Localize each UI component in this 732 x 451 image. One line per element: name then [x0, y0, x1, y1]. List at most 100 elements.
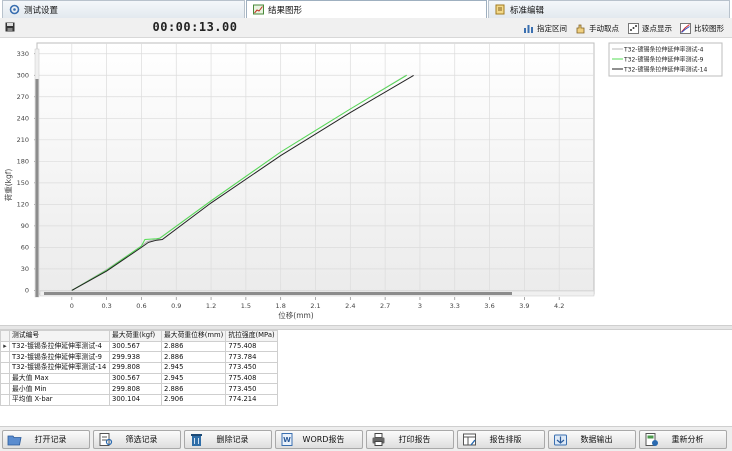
table-cell[interactable]: 2.886 — [160, 351, 227, 364]
table-cell[interactable]: 773.450 — [225, 362, 279, 374]
print-report-icon — [371, 432, 386, 447]
table-cell[interactable]: 2.906 — [160, 394, 227, 406]
table-cell[interactable]: 300.567 — [109, 340, 162, 353]
y-tick-label: 30 — [21, 265, 29, 273]
table-row[interactable]: 最大值 Max 300.567 2.945 775.408 — [0, 372, 279, 385]
tab-result-chart[interactable]: 结果图形 — [246, 0, 487, 18]
x-tick-label: 3 — [418, 302, 422, 310]
manual-pick-label: 手动取点 — [589, 23, 619, 33]
table-row[interactable]: 平均值 X-bar 300.104 2.906 774.214 — [0, 394, 279, 406]
tab-label: 测试设置 — [24, 5, 59, 16]
table-cell[interactable]: 774.214 — [225, 394, 279, 406]
elapsed-timer: 00:00:13.00 — [152, 20, 238, 34]
word-report-icon: W — [280, 432, 295, 447]
select-range-label: 指定区间 — [537, 23, 567, 33]
x-tick-label: 0 — [70, 302, 74, 310]
reanalyze-button[interactable]: 重新分析 — [639, 430, 727, 449]
legend-item: T32-镀锡条拉伸延伸率测试-4 — [623, 45, 704, 53]
results-table: 测试编号 最大荷重(kgf) 最大荷重位移(mm) 抗拉强度(MPa) ▸ T3… — [0, 330, 732, 426]
column-header[interactable]: 最大荷重位移(mm) — [160, 330, 227, 342]
y-axis-ticks: 0 30 60 90 120 150 180 210 240 270 300 330 — [17, 50, 37, 295]
y-tick-label: 180 — [17, 158, 29, 166]
reanalyze-label: 重新分析 — [671, 435, 704, 444]
table-row[interactable]: T32-镀锡条拉伸延伸率测试-9 299.938 2.886 773.784 — [0, 351, 279, 364]
table-cell[interactable]: T32-镀锡条拉伸延伸率测试-4 — [9, 340, 110, 353]
result-chart-icon — [253, 4, 264, 15]
compare-chart-icon — [680, 22, 691, 34]
table-cell[interactable]: 775.408 — [225, 372, 279, 385]
open-record-button[interactable]: 打开记录 — [2, 430, 90, 449]
compare-chart-button[interactable]: 比较图形 — [680, 21, 724, 35]
column-header[interactable]: 最大荷重(kgf) — [109, 330, 162, 342]
open-record-label: 打开记录 — [34, 435, 67, 444]
x-tick-label: 2.4 — [345, 302, 355, 310]
column-header[interactable]: 测试编号 — [9, 330, 110, 342]
table-row[interactable]: ▸ T32-镀锡条拉伸延伸率测试-4 300.567 2.886 775.408 — [0, 340, 279, 353]
table-cell[interactable]: 775.408 — [225, 340, 279, 353]
x-tick-label: 1.2 — [206, 302, 216, 310]
report-layout-button[interactable]: 报告排版 — [457, 430, 545, 449]
bottom-button-bar: 打开记录 筛选记录 删除记录 W WORD报告 打印报告 报告排版 数据输出 重… — [0, 426, 732, 451]
chart-area: 0 30 60 90 120 150 180 210 240 270 300 330 0 0.3 0.6 0… — [0, 39, 732, 325]
table-row[interactable]: 最小值 Min 299.808 2.886 773.450 — [0, 383, 279, 396]
tab-bar: 测试设置 结果图形 标准编辑 — [0, 0, 732, 18]
table-cell[interactable]: 773.450 — [225, 383, 279, 396]
filter-record-button[interactable]: 筛选记录 — [93, 430, 181, 449]
table-row[interactable]: T32-镀锡条拉伸延伸率测试-14 299.808 2.945 773.450 — [0, 362, 279, 374]
table-cell[interactable]: 299.938 — [109, 351, 162, 364]
point-display-label: 逐点显示 — [642, 23, 672, 33]
load-displacement-chart[interactable]: 0306090120150180210240270300330 0 0.3 0.6 0… — [0, 39, 732, 325]
select-range-button[interactable]: 指定区间 — [523, 21, 567, 35]
chart-toolbar: 00:00:13.00 指定区间 手动取点 逐点显示 比较图形 — [0, 18, 732, 38]
delete-record-button[interactable]: 删除记录 — [184, 430, 272, 449]
table-cell[interactable]: 2.945 — [160, 362, 227, 374]
row-indicator — [0, 394, 10, 406]
word-report-button[interactable]: W WORD报告 — [275, 430, 363, 449]
table-cell[interactable]: 773.784 — [225, 351, 279, 364]
tab-test-settings[interactable]: 测试设置 — [2, 0, 245, 18]
table-cell[interactable]: 最小值 Min — [9, 383, 110, 396]
table-cell[interactable]: 300.567 — [109, 372, 162, 385]
y-tick-label: 300 — [17, 72, 29, 80]
table-cell[interactable]: T32-镀锡条拉伸延伸率测试-9 — [9, 351, 110, 364]
y-tick-label: 60 — [21, 244, 29, 252]
delete-record-icon — [189, 432, 204, 447]
y-tick-label: 120 — [17, 201, 29, 209]
y-tick-label: 150 — [17, 179, 29, 187]
vertical-scrollbar-thumb[interactable] — [35, 79, 39, 297]
report-layout-label: 报告排版 — [489, 435, 522, 444]
x-tick-label: 4.2 — [554, 302, 564, 310]
data-export-button[interactable]: 数据输出 — [548, 430, 636, 449]
y-tick-label: 210 — [17, 136, 29, 144]
hand-pick-icon — [575, 23, 586, 34]
table-cell[interactable]: 2.886 — [160, 383, 227, 396]
row-indicator — [0, 351, 10, 364]
horizontal-scrollbar-thumb[interactable] — [44, 292, 512, 295]
table-cell[interactable]: T32-镀锡条拉伸延伸率测试-14 — [9, 362, 110, 374]
data-export-icon — [553, 432, 568, 447]
table-cell[interactable]: 299.808 — [109, 383, 162, 396]
table-cell[interactable]: 平均值 X-bar — [9, 394, 110, 406]
manual-pick-button[interactable]: 手动取点 — [575, 21, 619, 35]
table-cell[interactable]: 299.808 — [109, 362, 162, 374]
table-cell[interactable]: 最大值 Max — [9, 372, 110, 385]
point-display-button[interactable]: 逐点显示 — [628, 21, 672, 35]
print-report-button[interactable]: 打印报告 — [366, 430, 454, 449]
tab-label: 结果图形 — [268, 5, 303, 16]
column-header[interactable]: 抗拉强度(MPa) — [225, 330, 279, 342]
x-tick-label: 2.7 — [380, 302, 390, 310]
y-tick-label: 90 — [21, 222, 29, 230]
x-axis-ticks: 0 0.3 0.6 0.9 1.2 1.5 1.8 2.1 2.4 2.7 3 3.3 3.6 3.9 4.… — [70, 297, 564, 310]
x-axis-title: 位移(mm) — [278, 310, 314, 320]
tab-label: 标准编辑 — [510, 5, 545, 16]
table-cell[interactable]: 2.886 — [160, 340, 227, 353]
row-indicator — [0, 383, 10, 396]
table-cell[interactable]: 300.104 — [109, 394, 162, 406]
word-report-label: WORD报告 — [302, 435, 345, 444]
x-tick-label: 1.5 — [241, 302, 251, 310]
x-tick-label: 1.8 — [276, 302, 286, 310]
point-display-icon — [628, 22, 639, 34]
filter-record-icon — [98, 432, 113, 447]
tab-standard-edit[interactable]: 标准编辑 — [488, 0, 730, 18]
table-cell[interactable]: 2.945 — [160, 372, 227, 385]
